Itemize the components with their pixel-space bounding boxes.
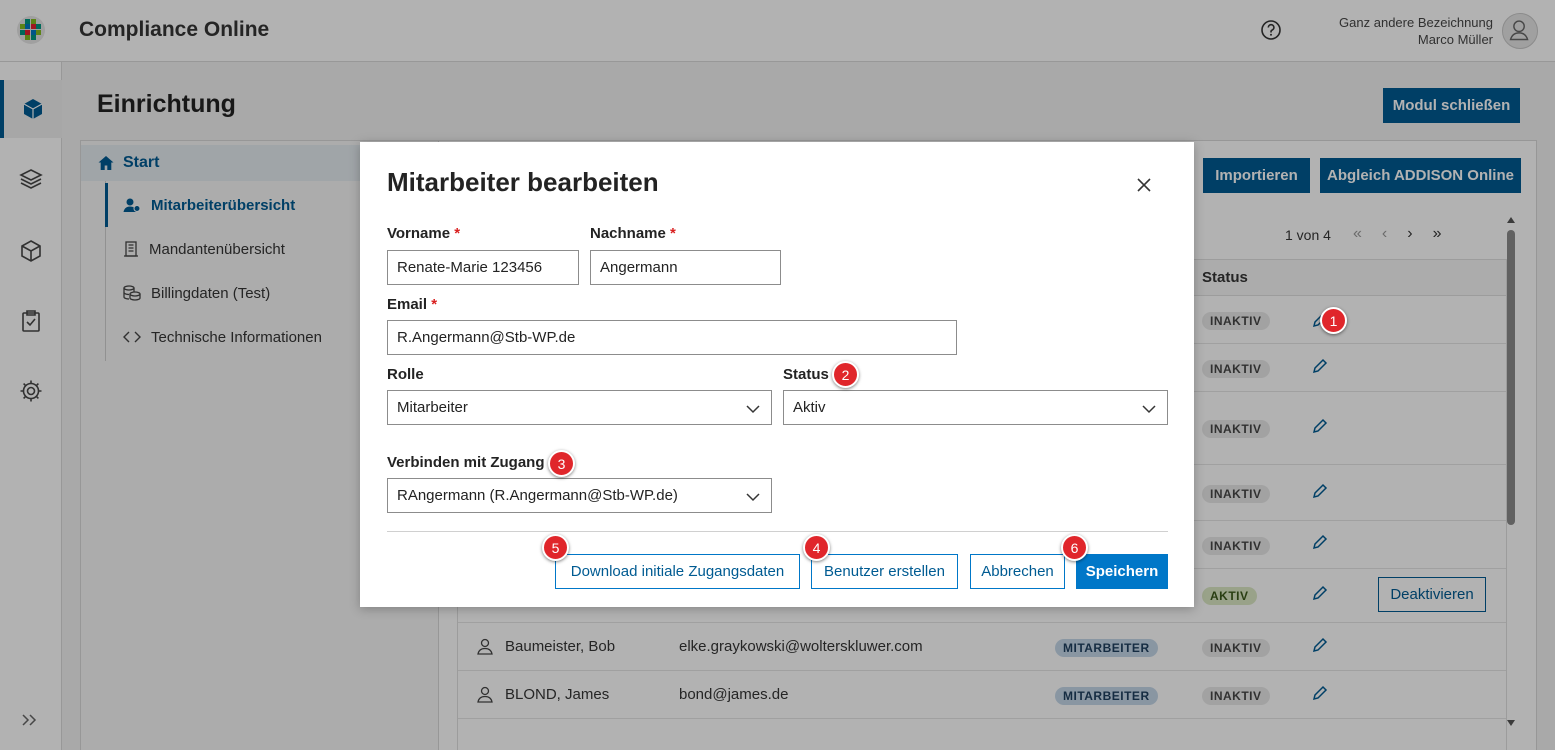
cancel-button[interactable]: Abbrechen [970,554,1065,589]
dialog-title: Mitarbeiter bearbeiten [387,167,659,197]
chevron-down-icon [746,405,760,414]
email-label: Email * [387,296,438,313]
status-select[interactable]: Aktiv [783,390,1168,425]
callout-marker-1: 1 [1320,307,1347,334]
nachname-label: Nachname * [590,225,676,242]
callout-marker-4: 4 [803,534,830,561]
nachname-input[interactable] [590,250,781,285]
save-button[interactable]: Speichern [1076,554,1168,589]
dialog-divider [387,531,1168,532]
rolle-value: Mitarbeiter [397,399,468,416]
callout-marker-5: 5 [542,534,569,561]
download-credentials-button[interactable]: Download initiale Zugangsdaten [555,554,800,589]
close-icon[interactable] [1134,175,1154,195]
vorname-label: Vorname * [387,225,461,242]
zugang-label: Verbinden mit Zugang [387,454,545,471]
chevron-down-icon [1142,405,1156,414]
email-input[interactable] [387,320,957,355]
status-label: Status [783,366,829,383]
zugang-value: RAngermann (R.Angermann@Stb-WP.de) [397,487,678,504]
create-user-button[interactable]: Benutzer erstellen [811,554,958,589]
rolle-select[interactable]: Mitarbeiter [387,390,772,425]
zugang-select[interactable]: RAngermann (R.Angermann@Stb-WP.de) [387,478,772,513]
callout-marker-3: 3 [548,450,575,477]
rolle-label: Rolle [387,366,424,383]
status-value: Aktiv [793,399,826,416]
callout-marker-2: 2 [832,361,859,388]
chevron-down-icon [746,493,760,502]
callout-marker-6: 6 [1061,534,1088,561]
vorname-input[interactable] [387,250,579,285]
